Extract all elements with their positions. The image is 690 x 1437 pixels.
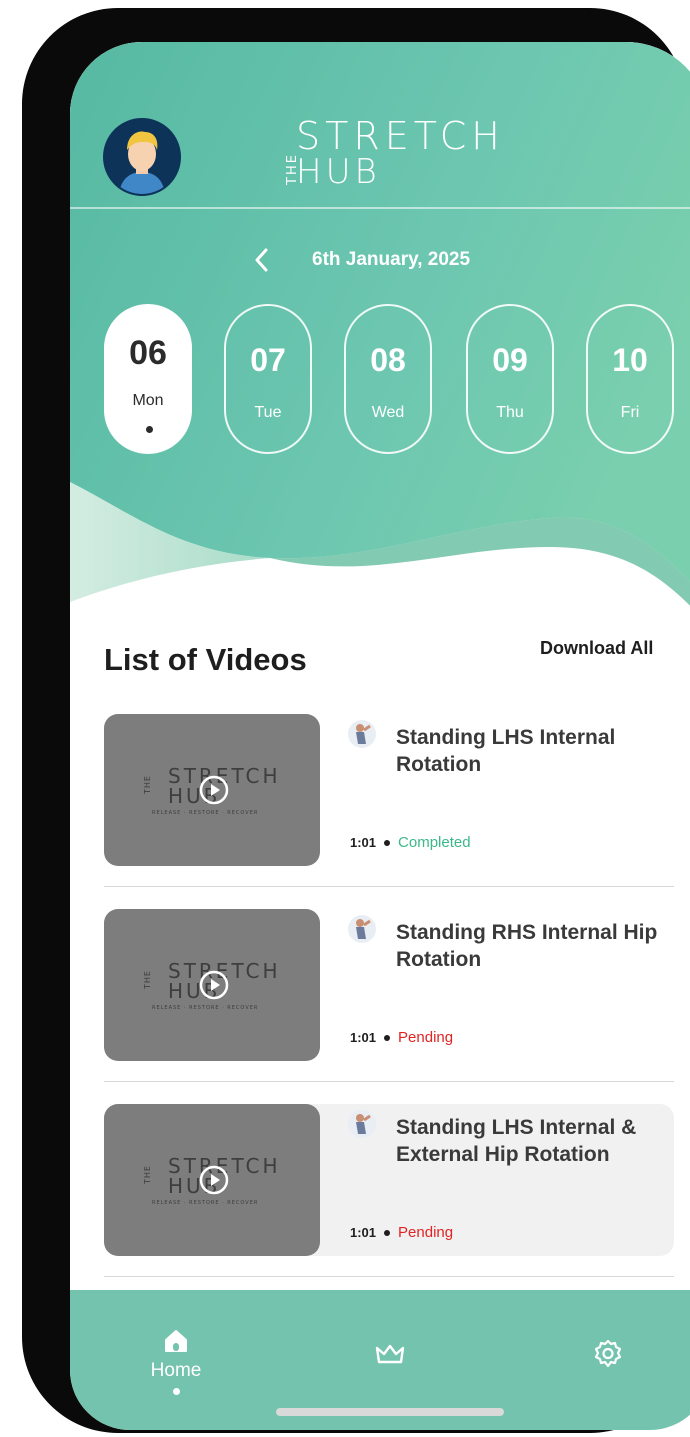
day-weekday: Mon [132,392,164,409]
day-10[interactable]: 10 Fri [586,304,674,454]
thumb-watermark-the: THE [142,1165,152,1184]
gear-icon [594,1339,622,1368]
list-divider [104,1081,674,1082]
day-08[interactable]: 08 Wed [344,304,432,454]
stretch-pose-icon [348,720,376,748]
current-date-label: 6th January, 2025 [312,249,471,270]
video-list-item[interactable]: THE STRETCH HUB RELEASE · RESTORE · RECO… [104,909,674,1061]
day-number: 10 [612,342,648,378]
day-weekday: Fri [620,404,640,421]
video-meta: 1:01 Pending [350,1224,453,1241]
active-tab-dot [172,1388,180,1395]
day-number: 07 [250,342,286,378]
day-weekday: Thu [496,404,524,421]
status-badge: Pending [398,1029,454,1046]
thumb-watermark-tagline: RELEASE · RESTORE · RECOVER [152,1005,259,1011]
status-badge: Completed [398,834,471,851]
video-thumbnail[interactable]: THE STRETCH HUB RELEASE · RESTORE · RECO… [104,714,320,866]
page-title: List of Videos [104,642,307,677]
tab-settings[interactable] [586,1328,630,1374]
play-icon[interactable] [198,969,230,1001]
day-number: 09 [492,342,528,378]
selected-day-dot [146,426,153,433]
day-number: 06 [129,334,167,372]
video-thumbnail[interactable]: THE STRETCH HUB RELEASE · RESTORE · RECO… [104,1104,320,1256]
logo-hub-text: HUB [296,152,381,192]
app-screen: THE STRETCH HUB 6th January, 2025 06 Mon… [70,42,690,1430]
date-navigator: 6th January, 2025 [250,242,470,278]
stretch-pose-icon [348,915,376,943]
header-divider [70,207,690,209]
video-list-item[interactable]: THE STRETCH HUB RELEASE · RESTORE · RECO… [104,1104,674,1256]
video-thumbnail[interactable]: THE STRETCH HUB RELEASE · RESTORE · RECO… [104,909,320,1061]
home-indicator [276,1408,504,1416]
thumb-watermark-tagline: RELEASE · RESTORE · RECOVER [152,810,259,816]
home-icon [165,1330,187,1352]
list-divider [104,1276,674,1277]
video-meta: 1:01 Pending [350,1029,453,1046]
stretch-pose-icon [348,1110,376,1138]
download-all-button[interactable]: Download All [540,638,653,659]
meta-separator [384,839,391,846]
day-weekday: Tue [254,404,282,421]
play-icon[interactable] [198,774,230,806]
meta-separator [384,1229,391,1236]
video-title: Standing RHS Internal Hip Rotation [396,921,658,971]
tab-home[interactable]: Home [144,1328,208,1395]
video-duration: 1:01 [350,1225,377,1240]
status-badge: Pending [398,1224,454,1241]
thumb-watermark-the: THE [142,970,152,989]
day-06[interactable]: 06 Mon [104,304,192,454]
day-weekday: Wed [371,404,405,421]
app-logo: THE STRETCH HUB [262,114,542,194]
day-07[interactable]: 07 Tue [224,304,312,454]
video-title: Standing LHS Internal Rotation [396,726,616,776]
thumb-watermark-the: THE [142,775,152,794]
day-selector: 06 Mon 07 Tue 08 Wed 09 Thu 10 Fri [104,304,690,464]
video-duration: 1:01 [350,835,377,850]
list-divider [104,886,674,887]
video-title: Standing LHS Internal & External Hip Rot… [396,1116,637,1166]
thumb-watermark-tagline: RELEASE · RESTORE · RECOVER [152,1200,259,1206]
video-list-item[interactable]: THE STRETCH HUB RELEASE · RESTORE · RECO… [104,714,674,866]
video-meta: 1:01 Completed [350,834,471,851]
tab-home-label: Home [150,1360,202,1381]
day-09[interactable]: 09 Thu [466,304,554,454]
phone-frame: THE STRETCH HUB 6th January, 2025 06 Mon… [22,8,690,1433]
user-avatar-icon[interactable] [103,118,181,196]
day-number: 08 [370,342,406,378]
crown-icon [375,1344,405,1364]
play-icon[interactable] [198,1164,230,1196]
tab-premium[interactable] [368,1328,412,1372]
meta-separator [384,1034,391,1041]
video-duration: 1:01 [350,1030,377,1045]
chevron-left-icon[interactable] [250,245,274,275]
